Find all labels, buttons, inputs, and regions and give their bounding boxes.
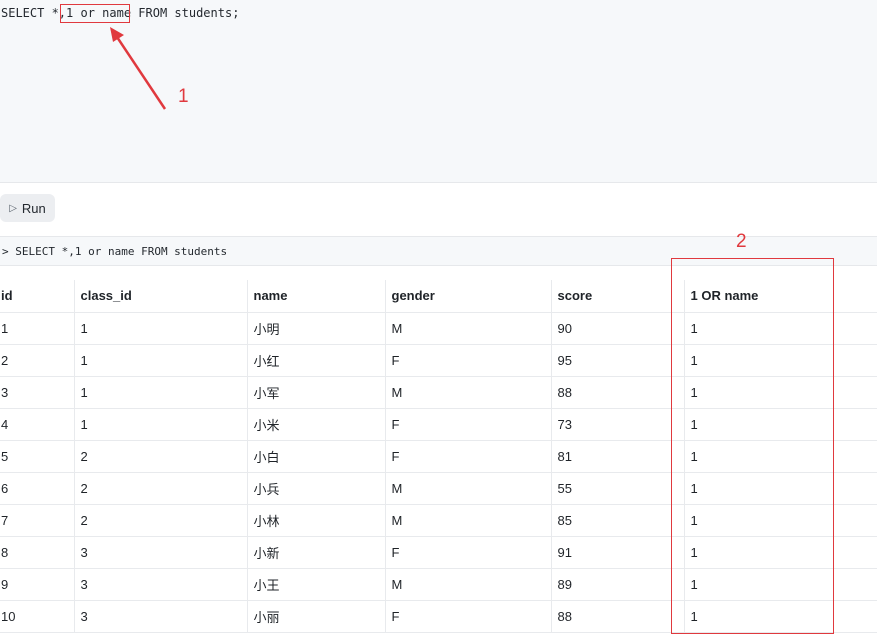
column-header-class-id[interactable]: class_id [73,280,247,313]
table-row[interactable]: 10 3 小丽 F 88 1 [0,600,877,633]
cell-class-id: 3 [73,568,247,601]
cell-score: 73 [550,408,684,441]
cell-id: 2 [0,344,74,377]
annotation-label-1: 1 [178,86,189,107]
column-header-gender[interactable]: gender [384,280,551,313]
column-header-1-or-name[interactable]: 1 OR name [683,280,877,313]
cell-gender: F [384,536,551,569]
cell-class-id: 2 [73,440,247,473]
run-button[interactable]: ▷ Run [0,194,55,222]
column-header-score[interactable]: score [550,280,684,313]
run-button-label: Run [21,200,46,216]
table-row[interactable]: 4 1 小米 F 73 1 [0,408,877,441]
query-echo-text: > SELECT *,1 or name FROM students [2,245,228,258]
cell-id: 10 [0,600,74,633]
cell-id: 9 [0,568,74,601]
cell-1-or-name: 1 [683,536,877,569]
cell-name: 小兵 [246,472,385,505]
cell-score: 91 [550,536,684,569]
sql-code[interactable]: SELECT *,1 or name FROM students; [1,5,239,21]
annotation-label-2: 2 [736,231,747,252]
cell-gender: F [384,600,551,633]
cell-id: 8 [0,536,74,569]
cell-score: 88 [550,600,684,633]
column-header-name[interactable]: name [246,280,385,313]
toolbar: ▷ Run [0,183,877,235]
cell-name: 小白 [246,440,385,473]
table-row[interactable]: 7 2 小林 M 85 1 [0,504,877,537]
cell-class-id: 1 [73,344,247,377]
table-header-row: id class_id name gender score 1 OR name [0,280,877,313]
cell-gender: F [384,440,551,473]
cell-id: 3 [0,376,74,409]
cell-id: 5 [0,440,74,473]
cell-class-id: 1 [73,408,247,441]
cell-score: 85 [550,504,684,537]
cell-id: 7 [0,504,74,537]
cell-name: 小军 [246,376,385,409]
cell-1-or-name: 1 [683,504,877,537]
cell-class-id: 1 [73,312,247,345]
sql-editor[interactable]: SELECT *,1 or name FROM students; [0,0,877,183]
cell-score: 88 [550,376,684,409]
cell-class-id: 1 [73,376,247,409]
cell-1-or-name: 1 [683,344,877,377]
cell-gender: M [384,504,551,537]
table-row[interactable]: 2 1 小红 F 95 1 [0,344,877,377]
cell-name: 小米 [246,408,385,441]
table-row[interactable]: 1 1 小明 M 90 1 [0,312,877,345]
code-prefix: SELECT *, [1,6,67,20]
cell-score: 81 [550,440,684,473]
cell-class-id: 3 [73,600,247,633]
cell-1-or-name: 1 [683,568,877,601]
cell-class-id: 3 [73,536,247,569]
cell-id: 1 [0,312,74,345]
cell-gender: M [384,312,551,345]
cell-score: 55 [550,472,684,505]
cell-name: 小明 [246,312,385,345]
cell-name: 小丽 [246,600,385,633]
cell-id: 4 [0,408,74,441]
table-body: 1 1 小明 M 90 1 2 1 小红 F 95 1 3 1 小军 M 88 1 4 1 小米 F 73 1 5 2 小白 F 81 1… [0,312,877,633]
cell-score: 89 [550,568,684,601]
table-row[interactable]: 5 2 小白 F 81 1 [0,440,877,473]
cell-1-or-name: 1 [683,600,877,633]
code-suffix: FROM students; [131,6,240,20]
table-row[interactable]: 6 2 小兵 M 55 1 [0,472,877,505]
cell-gender: F [384,408,551,441]
cell-class-id: 2 [73,504,247,537]
cell-name: 小王 [246,568,385,601]
cell-gender: M [384,568,551,601]
table-row[interactable]: 9 3 小王 M 89 1 [0,568,877,601]
cell-name: 小林 [246,504,385,537]
column-header-id[interactable]: id [0,280,74,313]
cell-name: 小红 [246,344,385,377]
results-table: id class_id name gender score 1 OR name … [0,280,877,633]
cell-1-or-name: 1 [683,376,877,409]
cell-gender: F [384,344,551,377]
cell-1-or-name: 1 [683,312,877,345]
cell-gender: M [384,376,551,409]
cell-name: 小新 [246,536,385,569]
cell-1-or-name: 1 [683,408,877,441]
cell-score: 95 [550,344,684,377]
cell-id: 6 [0,472,74,505]
cell-1-or-name: 1 [683,440,877,473]
cell-gender: M [384,472,551,505]
play-icon: ▷ [9,202,17,214]
cell-score: 90 [550,312,684,345]
code-highlight: 1 or name [66,6,132,20]
cell-1-or-name: 1 [683,472,877,505]
table-row[interactable]: 8 3 小新 F 91 1 [0,536,877,569]
table-row[interactable]: 3 1 小军 M 88 1 [0,376,877,409]
cell-class-id: 2 [73,472,247,505]
